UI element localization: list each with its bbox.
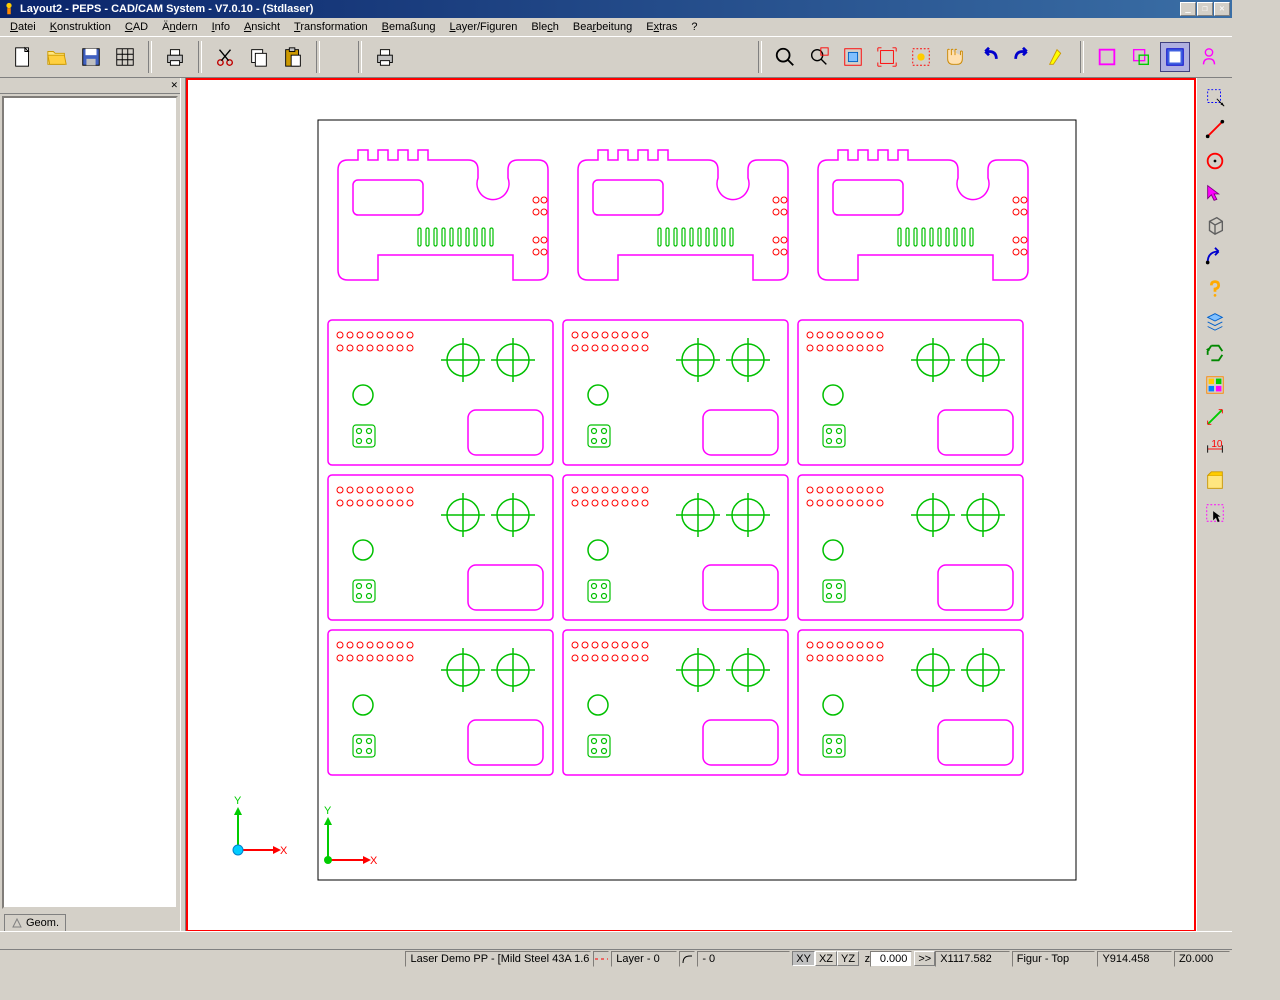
zoom-all-button[interactable] [872,42,902,72]
plane-xy-button[interactable]: XY [792,951,815,966]
select-window-button[interactable] [1160,42,1190,72]
status-layer[interactable]: Layer - 0 [611,951,676,967]
menu-info[interactable]: Info [206,20,236,34]
pan-button[interactable] [940,42,970,72]
paste-button[interactable] [278,42,308,72]
plane-xz-button[interactable]: XZ [815,951,837,966]
menu-help[interactable]: ? [685,20,703,34]
svg-text:10: 10 [1211,439,1223,450]
axis-y-label: Y [234,795,242,807]
save-button[interactable] [76,42,106,72]
menu-transformation[interactable]: Transformation [288,20,374,34]
select-person-button[interactable] [1194,42,1224,72]
menu-aendern[interactable]: Ändern [156,20,204,34]
titlebar-text: Layout2 - PEPS - CAD/CAM System - V7.0.1… [20,3,1180,15]
zoom-extents-button[interactable] [838,42,868,72]
status-layer-swatch[interactable] [593,951,610,967]
tool-layers[interactable] [1200,306,1230,336]
z-value[interactable]: 0.000 [870,951,912,967]
status-snap[interactable]: - 0 [697,951,790,967]
print2-button[interactable] [370,42,400,72]
tool-cursor[interactable] [1200,178,1230,208]
new-button[interactable] [8,42,38,72]
left-panel-body [2,96,178,909]
coord-z: Z0.000 [1174,951,1230,967]
coord-x: X1117.582 [935,951,1010,967]
tool-arrow-path[interactable] [1200,242,1230,272]
zoom-window-button[interactable] [804,42,834,72]
tool-sheet[interactable] [1200,466,1230,496]
zoom-selection-button[interactable] [906,42,936,72]
tab-geom-label: Geom. [26,917,59,929]
menu-bearbeitung[interactable]: Bearbeitung [567,20,638,34]
tool-line[interactable] [1200,114,1230,144]
select-add-button[interactable] [1126,42,1156,72]
tool-measure[interactable] [1200,402,1230,432]
left-panel: ✕ Geom. [0,78,180,931]
print-button[interactable] [160,42,190,72]
status-pp: Laser Demo PP - [Mild Steel 43A 1.6 mm] [405,951,590,967]
zoom-button[interactable] [770,42,800,72]
tool-select-rect[interactable] [1200,82,1230,112]
redo-button[interactable] [1008,42,1038,72]
coord-y: Y914.458 [1097,951,1172,967]
axis-x-label: X [280,845,288,857]
open-button[interactable] [42,42,72,72]
menubar: Datei Konstruktion CAD Ändern Info Ansic… [0,18,1232,36]
grid-button[interactable] [110,42,140,72]
menu-datei[interactable]: Datei [4,20,42,34]
titlebar: Layout2 - PEPS - CAD/CAM System - V7.0.1… [0,0,1232,18]
menu-blech[interactable]: Blech [525,20,565,34]
tab-geom[interactable]: Geom. [4,914,66,931]
statusbar: Laser Demo PP - [Mild Steel 43A 1.6 mm] … [0,949,1232,967]
copy-button[interactable] [244,42,274,72]
drawing-canvas[interactable]: X Y X Y [186,78,1196,931]
status-snap-icon[interactable] [679,951,696,967]
tool-recycle[interactable] [1200,338,1230,368]
left-panel-header: ✕ [0,78,180,94]
geom-tab-icon [11,917,23,929]
cut-button[interactable] [210,42,240,72]
restore-button[interactable]: ❐ [1197,2,1213,16]
svg-text:Y: Y [324,805,332,817]
command-bar[interactable] [0,931,1232,949]
next-button[interactable]: >> [914,951,935,966]
tool-box3d[interactable] [1200,210,1230,240]
tool-select-part[interactable] [1200,498,1230,528]
tool-dim10[interactable]: 10 [1200,434,1230,464]
left-panel-close-icon[interactable]: ✕ [170,80,178,91]
highlight-button[interactable] [1042,42,1072,72]
status-figure: Figur - Top [1012,951,1096,967]
menu-ansicht[interactable]: Ansicht [238,20,286,34]
tool-circle[interactable] [1200,146,1230,176]
svg-text:X: X [370,855,378,867]
close-button[interactable]: ✕ [1214,2,1230,16]
tool-nest[interactable] [1200,370,1230,400]
tool-help[interactable] [1200,274,1230,304]
menu-extras[interactable]: Extras [640,20,683,34]
menu-konstruktion[interactable]: Konstruktion [44,20,117,34]
menu-cad[interactable]: CAD [119,20,154,34]
plane-yz-button[interactable]: YZ [837,951,859,966]
right-toolbar: 10 [1196,78,1232,931]
menu-bemassung[interactable]: Bemaßung [376,20,442,34]
undo-button[interactable] [974,42,1004,72]
select-rect-button[interactable] [1092,42,1122,72]
app-icon [2,2,16,16]
menu-layer[interactable]: Layer/Figuren [443,20,523,34]
toolbar [0,36,1232,78]
minimize-button[interactable]: _ [1180,2,1196,16]
